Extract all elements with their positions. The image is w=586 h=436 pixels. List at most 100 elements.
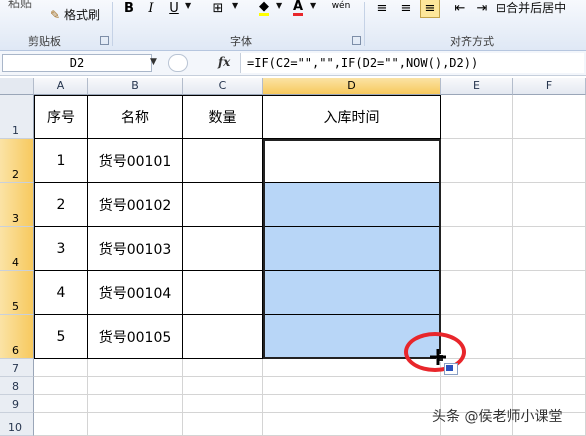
cell-a2[interactable]: 1 [34, 139, 88, 183]
cell-a1[interactable]: 序号 [34, 95, 88, 139]
cell-f2[interactable] [513, 139, 586, 183]
row-header-7[interactable]: 7 [0, 359, 34, 377]
borders-button[interactable]: ⊞ [208, 0, 228, 18]
cell-e2[interactable] [441, 139, 513, 183]
cell-f1[interactable] [513, 95, 586, 139]
insert-function-icon[interactable]: fx [218, 55, 230, 69]
cell-a3[interactable]: 2 [34, 183, 88, 227]
group-divider [112, 2, 113, 46]
cell-d2[interactable] [263, 139, 441, 183]
row-header-9[interactable]: 9 [0, 395, 34, 413]
row-header-3[interactable]: 3 [0, 183, 34, 227]
font-color-dropdown-icon[interactable]: ▼ [310, 1, 316, 10]
font-color-button[interactable]: A [288, 0, 308, 18]
borders-dropdown-icon[interactable]: ▼ [232, 1, 238, 10]
font-launcher-icon[interactable] [352, 36, 361, 45]
bold-button[interactable]: B [120, 0, 138, 18]
cell-a6[interactable]: 5 [34, 315, 88, 359]
italic-button[interactable]: I [142, 0, 160, 18]
cell-e5[interactable] [441, 271, 513, 315]
cell-d8[interactable] [263, 377, 441, 395]
cell-b4[interactable]: 货号00103 [88, 227, 183, 271]
formula-bar-grip-icon[interactable] [168, 54, 188, 72]
cell-e8[interactable] [441, 377, 513, 395]
row-header-5[interactable]: 5 [0, 271, 34, 315]
phonetic-button[interactable]: wén [328, 0, 354, 16]
cell-b5[interactable]: 货号00104 [88, 271, 183, 315]
name-box-dropdown-icon[interactable]: ▼ [150, 57, 157, 67]
column-header-a[interactable]: A [34, 78, 88, 95]
row-header-4[interactable]: 4 [0, 227, 34, 271]
cell-d4[interactable] [263, 227, 441, 271]
row-header-10[interactable]: 10 [0, 413, 34, 436]
cell-a9[interactable] [34, 395, 88, 413]
cell-b10[interactable] [88, 413, 183, 436]
row-header-6[interactable]: 6 [0, 315, 34, 359]
cell-c7[interactable] [183, 359, 263, 377]
cell-c1[interactable]: 数量 [183, 95, 263, 139]
cell-e3[interactable] [441, 183, 513, 227]
row-header-1[interactable]: 1 [0, 95, 34, 139]
underline-dropdown-icon[interactable]: ▼ [185, 1, 191, 10]
fill-dropdown-icon[interactable]: ▼ [276, 1, 282, 10]
clipboard-launcher-icon[interactable] [100, 36, 109, 45]
decrease-indent-button[interactable]: ⇤ [450, 0, 470, 18]
cell-e1[interactable] [441, 95, 513, 139]
cell-c3[interactable] [183, 183, 263, 227]
cell-b7[interactable] [88, 359, 183, 377]
cell-d5[interactable] [263, 271, 441, 315]
cell-c5[interactable] [183, 271, 263, 315]
cell-f3[interactable] [513, 183, 586, 227]
cell-c4[interactable] [183, 227, 263, 271]
cell-a7[interactable] [34, 359, 88, 377]
cell-a10[interactable] [34, 413, 88, 436]
cell-c8[interactable] [183, 377, 263, 395]
paste-label[interactable]: 粘贴 [8, 0, 32, 11]
column-header-c[interactable]: C [183, 78, 263, 95]
cell-b8[interactable] [88, 377, 183, 395]
cell-d9[interactable] [263, 395, 441, 413]
format-painter-button[interactable]: ✎ 格式刷 [50, 6, 100, 23]
column-header-e[interactable]: E [441, 78, 513, 95]
cell-f4[interactable] [513, 227, 586, 271]
align-left-button[interactable]: ≡ [372, 0, 392, 18]
cell-f8[interactable] [513, 377, 586, 395]
cell-c2[interactable] [183, 139, 263, 183]
column-header-d[interactable]: D [263, 78, 441, 95]
cell-c10[interactable] [183, 413, 263, 436]
cell-b6[interactable]: 货号00105 [88, 315, 183, 359]
cell-a5[interactable]: 4 [34, 271, 88, 315]
increase-indent-button[interactable]: ⇥ [472, 0, 492, 18]
name-box[interactable]: D2 [2, 54, 152, 72]
select-all-corner[interactable] [0, 78, 34, 95]
indent-icon: ⇤ [454, 0, 466, 16]
cell-c9[interactable] [183, 395, 263, 413]
underline-button[interactable]: U [165, 0, 183, 18]
column-header-b[interactable]: B [88, 78, 183, 95]
cell-b2[interactable]: 货号00101 [88, 139, 183, 183]
cell-e4[interactable] [441, 227, 513, 271]
column-header-f[interactable]: F [513, 78, 586, 95]
align-right-icon: ≡ [424, 0, 436, 16]
row-header-2[interactable]: 2 [0, 139, 34, 183]
cell-f5[interactable] [513, 271, 586, 315]
fill-color-button[interactable]: ◆ [254, 0, 274, 18]
cell-c6[interactable] [183, 315, 263, 359]
merge-center-button[interactable]: ⊟合并后居中 [496, 0, 566, 16]
cell-d10[interactable] [263, 413, 441, 436]
cell-b1[interactable]: 名称 [88, 95, 183, 139]
formula-input[interactable]: =IF(C2="","",IF(D2="",NOW(),D2)) [240, 53, 584, 73]
align-center-button[interactable]: ≡ [396, 0, 416, 18]
cell-d3[interactable] [263, 183, 441, 227]
cell-f6[interactable] [513, 315, 586, 359]
row-header-8[interactable]: 8 [0, 377, 34, 395]
align-right-button[interactable]: ≡ [420, 0, 440, 18]
autofill-options-button[interactable] [444, 363, 458, 375]
cell-b9[interactable] [88, 395, 183, 413]
cell-b3[interactable]: 货号00102 [88, 183, 183, 227]
cell-a8[interactable] [34, 377, 88, 395]
cell-f7[interactable] [513, 359, 586, 377]
formula-bar: D2 ▼ fx =IF(C2="","",IF(D2="",NOW(),D2)) [0, 51, 586, 76]
cell-d1[interactable]: 入库时间 [263, 95, 441, 139]
cell-a4[interactable]: 3 [34, 227, 88, 271]
